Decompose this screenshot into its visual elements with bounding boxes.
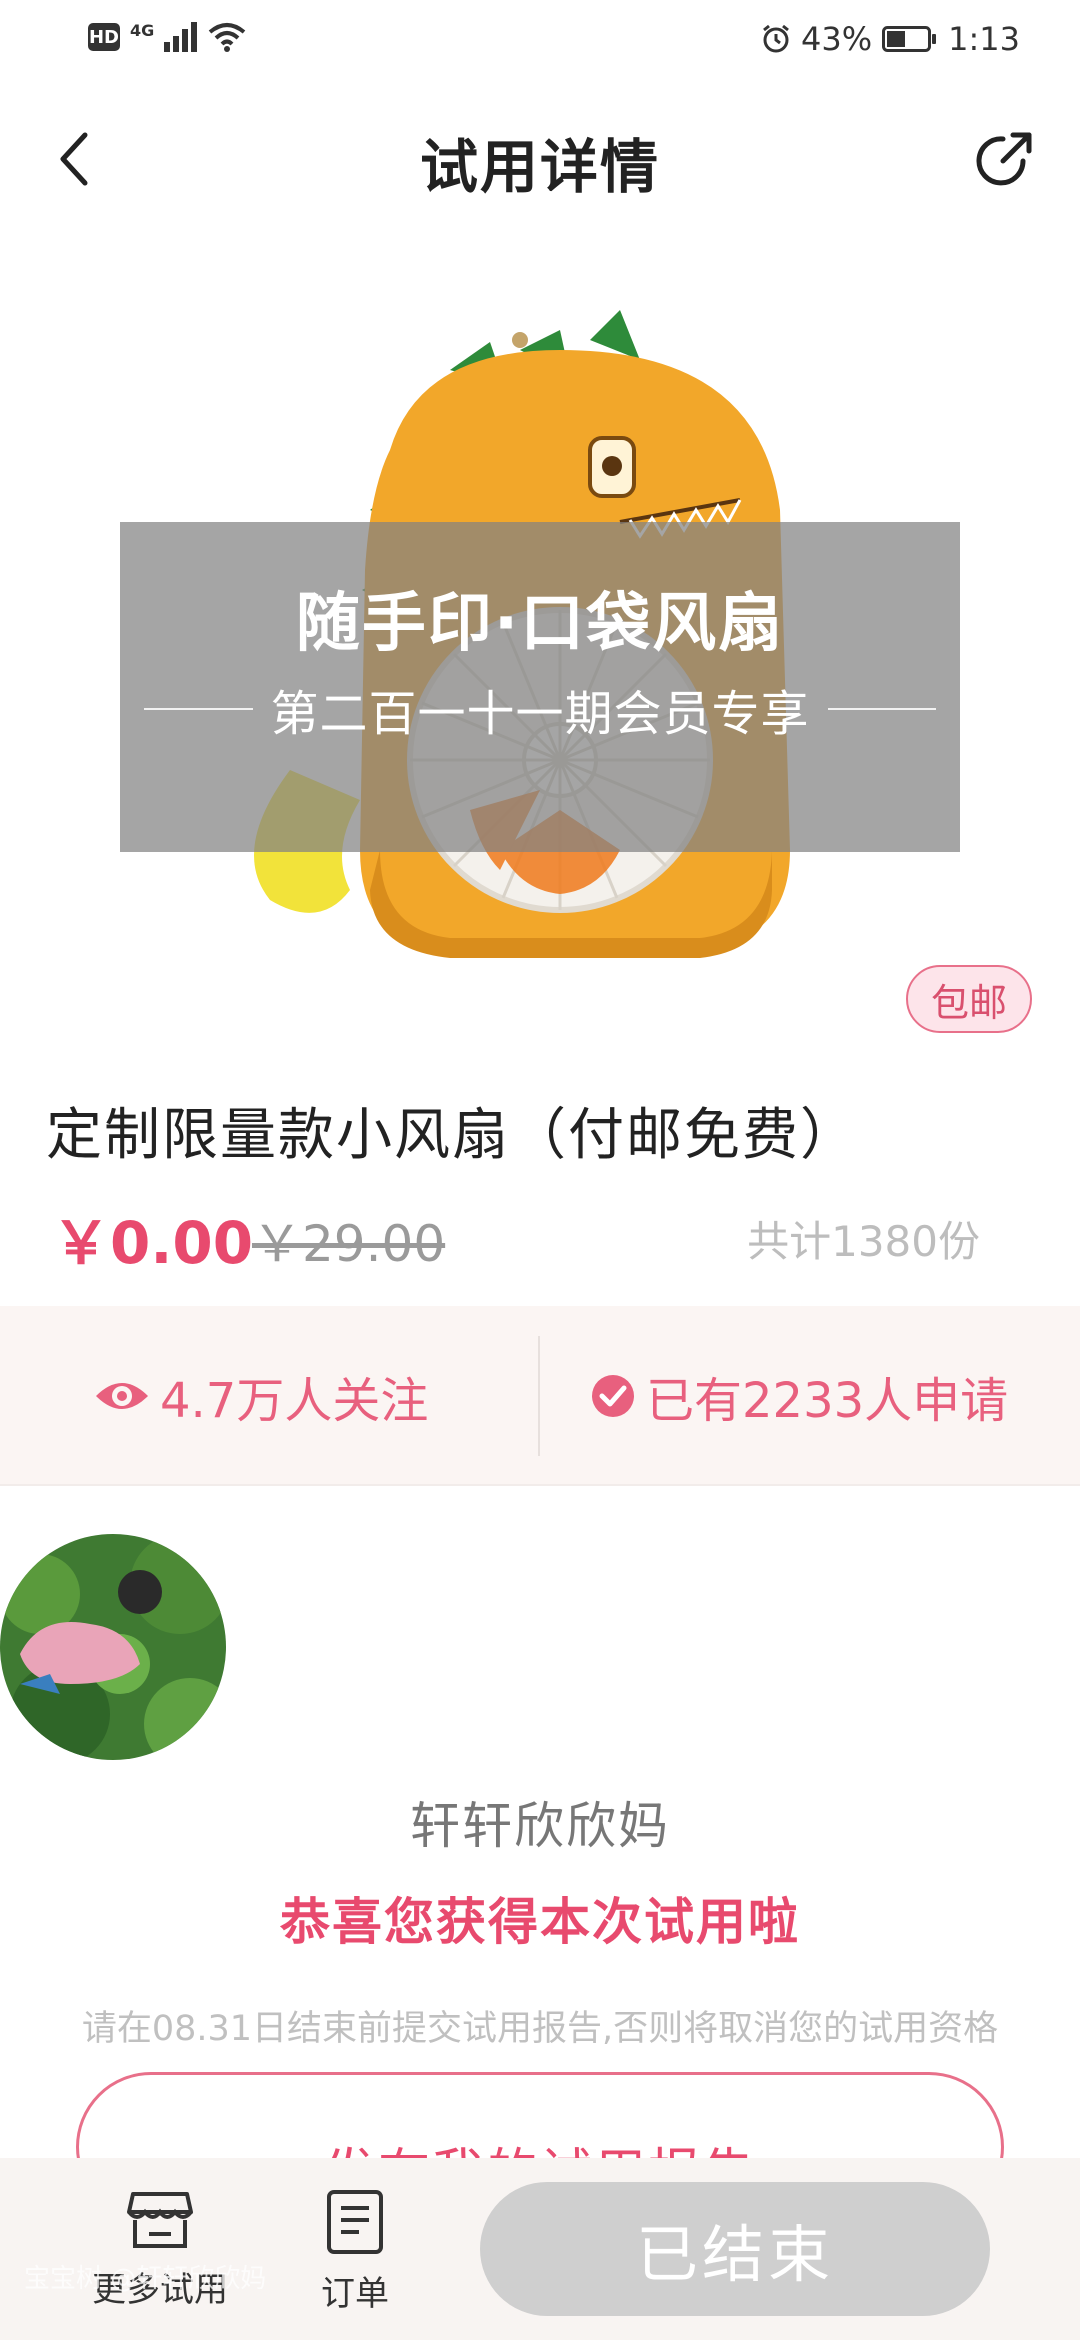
- trial-detail-page: HD 4G 43% 1:13 试用详情 随手印·口袋风扇 第二百一十一期会员专享…: [0, 0, 1080, 2340]
- tab-orders-label: 订单: [321, 2274, 389, 2314]
- alarm-icon: [763, 24, 789, 53]
- product-name: 定制限量款小风扇（付邮免费）: [46, 1103, 858, 1168]
- price-row: ￥0.00 ￥29.00 共计1380份: [52, 1196, 1032, 1277]
- nav-header: 试用详情: [0, 92, 1080, 222]
- bottom-bar: 更多试用 订单 已结束 宝宝树 @轩轩欣欣妈: [0, 2158, 1080, 2340]
- wifi-icon: [208, 23, 246, 52]
- clock: 1:13: [948, 20, 1020, 58]
- network-type-label: 4G: [130, 20, 155, 40]
- original-price: ￥29.00: [252, 1215, 446, 1273]
- promo-subtitle-row: 第二百一十一期会员专享: [144, 674, 937, 744]
- report-deadline-notice: 请在08.31日结束前提交试用报告,否则将取消您的试用资格: [81, 2009, 999, 2049]
- status-bar: HD 4G 43% 1:13: [0, 0, 1080, 80]
- product-hero: 随手印·口袋风扇 第二百一十一期会员专享: [0, 290, 1080, 970]
- eye-icon: [96, 1383, 148, 1409]
- applicants-count: 已有2233人申请: [646, 1373, 1009, 1429]
- watermark: 宝宝树 @轩轩欣欣妈: [24, 2264, 267, 2294]
- avatar-photo: [0, 1534, 226, 1760]
- hd-icon: HD: [88, 23, 120, 51]
- document-icon: [327, 2190, 383, 2254]
- divider-line: [827, 708, 937, 710]
- divider-line: [144, 708, 253, 710]
- congrats-message: 恭喜您获得本次试用啦: [280, 1893, 800, 1951]
- share-icon: [976, 132, 1032, 186]
- applicants-stat: 已有2233人申请: [590, 1306, 1008, 1486]
- trial-price: ￥0.00: [52, 1209, 254, 1277]
- ended-button[interactable]: 已结束: [480, 2182, 990, 2316]
- avatar: [0, 1534, 226, 1760]
- store-icon: [127, 2192, 193, 2248]
- tab-orders[interactable]: 订单: [290, 2188, 420, 2315]
- check-circle-icon: [592, 1375, 634, 1417]
- winner-name: 轩轩欣欣妈: [410, 1797, 670, 1855]
- followers-count: 4.7万人关注: [160, 1373, 429, 1429]
- free-shipping-badge: 包邮: [906, 965, 1032, 1033]
- battery-icon: [882, 26, 937, 52]
- share-button[interactable]: [960, 114, 1050, 204]
- promo-subtitle: 第二百一十一期会员专享: [270, 686, 810, 742]
- promo-overlay: 随手印·口袋风扇 第二百一十一期会员专享: [120, 522, 960, 852]
- stats-divider: [538, 1336, 540, 1456]
- battery-percent: 43%: [801, 20, 873, 58]
- followers-stat: 4.7万人关注: [94, 1306, 428, 1486]
- status-right: 43% 1:13: [761, 20, 1020, 58]
- status-left: HD 4G: [88, 20, 246, 52]
- stats-band: 4.7万人关注 已有2233人申请: [0, 1306, 1080, 1486]
- promo-title: 随手印·口袋风扇: [295, 587, 785, 661]
- signal-icon: [164, 22, 198, 52]
- page-title: 试用详情: [419, 133, 660, 201]
- total-copies: 共计1380份: [747, 1217, 980, 1266]
